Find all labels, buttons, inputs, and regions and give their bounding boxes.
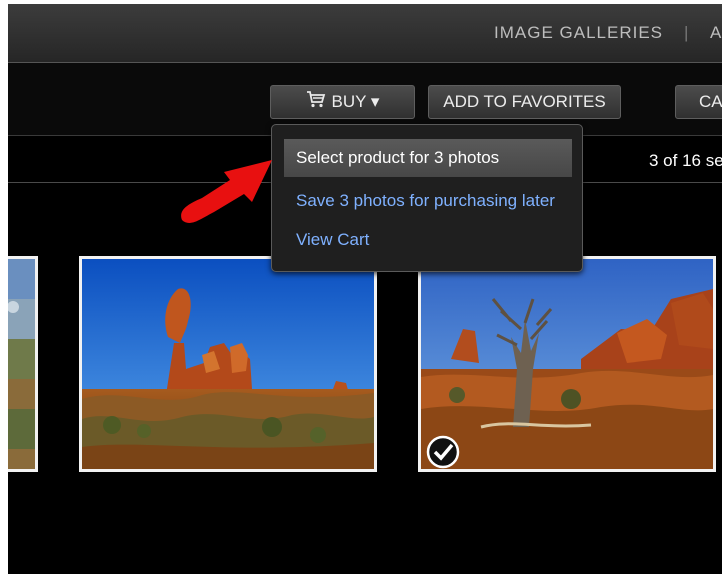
annotation-arrow bbox=[181, 160, 272, 223]
photo-thumbnail[interactable] bbox=[8, 256, 38, 472]
shopping-cart-icon bbox=[306, 87, 326, 119]
photo-thumbnail[interactable] bbox=[79, 256, 377, 472]
menu-item-select-product[interactable]: Select product for 3 photos bbox=[284, 139, 572, 177]
buy-dropdown-menu: Select product for 3 photos Save 3 photo… bbox=[271, 124, 583, 272]
add-to-favorites-button[interactable]: ADD TO FAVORITES bbox=[428, 85, 621, 119]
selected-check-icon[interactable] bbox=[426, 435, 460, 469]
app-window: IMAGE GALLERIES | A BUY ▾ ADD TO FAVORIT… bbox=[8, 4, 722, 574]
buy-button[interactable]: BUY ▾ bbox=[270, 85, 415, 119]
top-navigation: IMAGE GALLERIES | A bbox=[8, 4, 722, 63]
selection-count: 3 of 16 se bbox=[649, 151, 722, 170]
cart-button[interactable]: CA bbox=[675, 85, 722, 119]
nav-image-galleries[interactable]: IMAGE GALLERIES bbox=[494, 23, 663, 43]
buy-label: BUY ▾ bbox=[331, 92, 380, 111]
nav-next-item[interactable]: A bbox=[710, 23, 721, 43]
menu-item-save-for-later[interactable]: Save 3 photos for purchasing later bbox=[284, 182, 572, 220]
nav-separator: | bbox=[684, 23, 689, 42]
photo-thumbnail-selected[interactable] bbox=[418, 256, 716, 472]
menu-item-view-cart[interactable]: View Cart bbox=[284, 221, 572, 259]
